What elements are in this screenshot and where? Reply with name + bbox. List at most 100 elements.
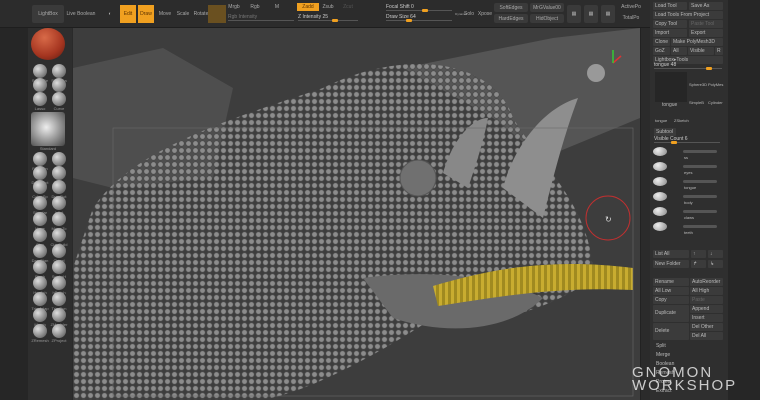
subtool-controls[interactable] [683,149,717,153]
append-button[interactable]: Append [690,305,723,313]
zadd-button[interactable]: Zadd [297,3,319,11]
subtool-controls[interactable] [683,179,717,183]
move-up-icon[interactable]: ↑ [691,250,706,258]
load-tool-button[interactable]: Load Tool [653,2,687,10]
draw-size-slider[interactable]: Draw Size 64 [386,14,452,22]
brush-icon [52,78,66,92]
clone-button[interactable]: Clone [653,38,670,46]
zcut-button[interactable]: Zcut [340,3,356,11]
insert-button[interactable]: Insert [690,314,723,322]
brush-icon [52,308,66,322]
focal-shift-slider[interactable]: Focal Shift 0 [386,4,452,12]
brush-icon [33,292,47,306]
edit-button[interactable]: Edit [120,5,136,23]
paste-tool-button[interactable]: Paste Tool [689,20,723,28]
scale-button[interactable]: Scale [175,5,191,23]
duplicate-button[interactable]: Duplicate [653,305,689,322]
new-folder-button[interactable]: New Folder [653,260,689,268]
lightbox-button[interactable]: LightBox [32,5,64,23]
viewport-scrollbar[interactable] [640,28,650,400]
all-button[interactable]: All [671,47,687,55]
del-other-button[interactable]: Del Other [690,323,723,331]
copy-button[interactable]: Copy [653,296,689,304]
all-low-button[interactable]: All Low [653,287,689,295]
subtool-controls[interactable] [683,164,717,168]
ghost-icon[interactable]: ▦ [601,5,615,23]
all-high-button[interactable]: All High [690,287,723,295]
tool-sphere3d[interactable]: Sphere3D [689,82,707,87]
canvas-viewport[interactable]: ↻ [73,28,640,400]
load-from-project-button[interactable]: Load Tools From Project [653,11,723,19]
standard-brush-icon[interactable] [31,112,65,146]
xpose-button[interactable]: Xpose [478,5,492,23]
brush-label: Standard [39,146,57,151]
brush-icon [33,92,47,106]
softedges-button[interactable]: SoftEdges [494,3,528,12]
list-all-button[interactable]: List All [653,250,689,258]
move-button[interactable]: Move [157,5,173,23]
transp-icon[interactable]: ▦ [584,5,598,23]
split-menu[interactable]: Split [656,343,666,349]
current-tool-thumbnail[interactable] [655,72,687,102]
material-icon[interactable] [208,5,226,23]
brush-icon [33,196,47,210]
subtool-controls[interactable] [683,224,717,228]
draw-button[interactable]: Draw [138,5,154,23]
rotate-button[interactable]: Rotate [193,5,209,23]
subtool-thumbnail [653,221,667,231]
export-button[interactable]: Export [689,29,723,37]
current-tool-slider[interactable]: tongue 48 [654,62,722,70]
mrgvalue-button[interactable]: MrGValue00 [530,3,564,12]
r-button[interactable]: R [715,47,723,55]
mrgb-button[interactable]: Mrgb [227,3,241,11]
tool-polymesh[interactable]: PolyMes [708,82,723,87]
delete-button[interactable]: Delete [653,323,689,340]
subtool-header[interactable]: Subtool [654,128,676,136]
rename-button[interactable]: Rename [653,278,689,286]
del-all-button[interactable]: Del All [690,332,723,340]
svg-text:↻: ↻ [605,215,612,224]
subtool-row[interactable] [653,145,723,157]
m-button[interactable]: M [272,3,282,11]
hidobject-button[interactable]: HidObject [530,14,564,23]
move-down-icon[interactable]: ↓ [708,250,723,258]
brush-icon [33,228,47,242]
brush-lasso[interactable]: Lasso [30,92,50,111]
zsub-button[interactable]: Zsub [320,3,336,11]
brush-zproject[interactable]: ZProject [49,324,69,343]
subtool-controls[interactable] [683,209,717,213]
brush-label: Lasso [34,106,46,111]
goz-button[interactable]: GoZ [653,47,670,55]
current-tool-label: tongue [662,102,678,108]
spotlight-icon[interactable]: ◐ [104,5,116,23]
live-boolean-button[interactable]: Live Boolean [66,5,96,23]
brush-curve[interactable]: Curve [49,92,69,111]
arrow-icon[interactable]: ↱ [691,260,706,268]
z-intensity-slider[interactable]: Z Intensity 25 [298,14,358,22]
tool-tongue[interactable]: tongue [655,118,667,123]
merge-menu[interactable]: Merge [656,352,670,358]
autoreorder-button[interactable]: AutoReorder [690,278,723,286]
hardedges-button[interactable]: HardEdges [494,14,528,23]
visible-count-slider[interactable]: Visible Count 6 [654,136,720,144]
import-button[interactable]: Import [653,29,687,37]
make-polymesh-button[interactable]: Make PolyMesh3D [671,38,723,46]
rgb-button[interactable]: Rgb [248,3,262,11]
rgb-intensity-slider[interactable]: Rgb Intensity [228,14,294,21]
solo-button[interactable]: Solo [462,5,476,23]
dragon-sculpt: ↻ [73,28,640,400]
tool-zsketch[interactable]: ZSketch [674,118,689,123]
subtool-controls[interactable] [683,194,717,198]
arrow-down-icon[interactable]: ↳ [708,260,723,268]
material-sphere[interactable] [31,28,65,60]
copy-tool-button[interactable]: Copy Tool [653,20,687,28]
paste-button[interactable]: Paste [690,296,723,304]
brush-icon [33,276,47,290]
frame-icon[interactable]: ▦ [567,5,581,23]
visible-button[interactable]: Visible [688,47,714,55]
tool-cylinder[interactable]: Cylinder [708,100,723,105]
brush-zremesh[interactable]: ZRemesh [30,324,50,343]
brush-icon [52,166,66,180]
save-as-button[interactable]: Save As [689,2,723,10]
tool-simplebrush[interactable]: SimpleB [689,100,704,105]
